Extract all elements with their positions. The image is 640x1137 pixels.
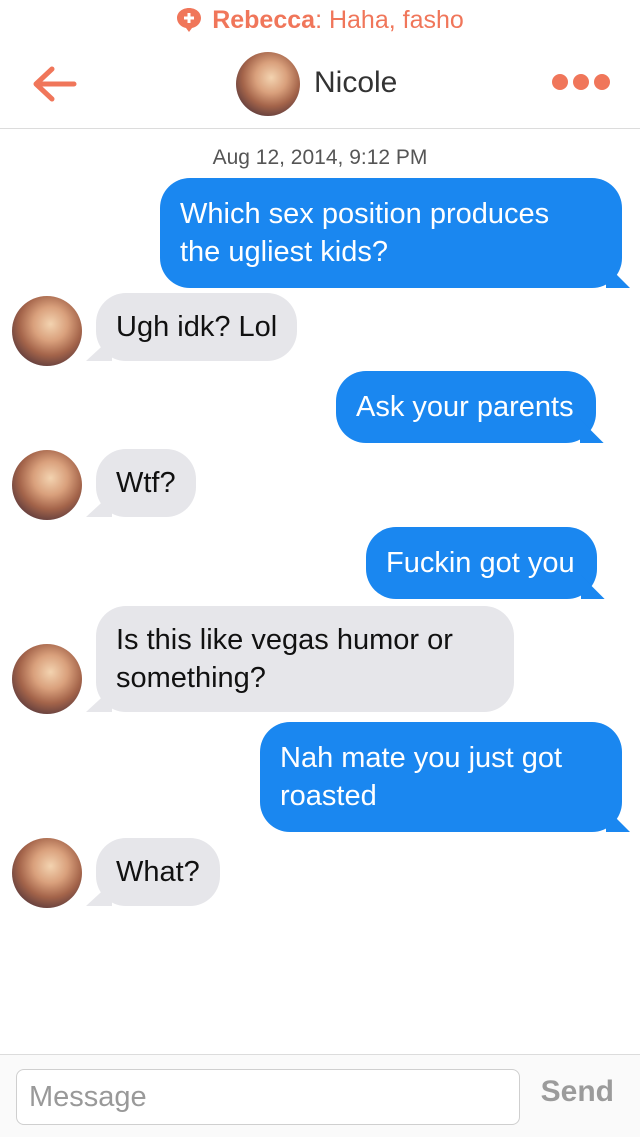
back-arrow-icon[interactable] bbox=[30, 64, 78, 104]
message-notification-banner[interactable]: Rebecca: Haha, fasho bbox=[0, 0, 640, 40]
notification-text: Haha, fasho bbox=[322, 5, 464, 34]
contact-avatar-small[interactable] bbox=[12, 644, 82, 714]
send-button[interactable]: Send bbox=[541, 1075, 614, 1109]
contact-avatar[interactable] bbox=[236, 52, 300, 116]
notification-sender: Rebecca bbox=[212, 5, 316, 34]
contact-avatar-small[interactable] bbox=[12, 296, 82, 366]
contact-name[interactable]: Nicole bbox=[314, 66, 397, 100]
chat-header: Nicole bbox=[0, 40, 640, 129]
message-line: the ugliest kids? bbox=[180, 236, 388, 268]
message-line: Nah mate you just got bbox=[280, 742, 563, 774]
message-line: Ugh idk? Lol bbox=[116, 311, 278, 343]
conversation-timestamp: Aug 12, 2014, 9:12 PM bbox=[212, 146, 428, 169]
notification-separator: : bbox=[315, 5, 323, 34]
message-input[interactable] bbox=[16, 1069, 520, 1125]
incoming-message-bubble[interactable]: Ugh idk? Lol bbox=[96, 293, 298, 361]
chat-bubble-icon bbox=[177, 8, 202, 32]
contact-avatar-small[interactable] bbox=[12, 450, 82, 520]
dot bbox=[594, 74, 610, 90]
message-line: Ask your parents bbox=[356, 391, 574, 423]
incoming-message-bubble[interactable]: Is this like vegas humor or something? bbox=[96, 606, 514, 712]
dot bbox=[552, 74, 568, 90]
message-line: Which sex position produces bbox=[180, 198, 550, 230]
message-line: Is this like vegas humor or bbox=[116, 624, 453, 656]
outgoing-message-bubble[interactable]: Which sex position produces the ugliest … bbox=[160, 178, 622, 288]
message-line: Fuckin got you bbox=[386, 547, 575, 579]
incoming-message-bubble[interactable]: Wtf? bbox=[96, 449, 196, 517]
dot bbox=[573, 74, 589, 90]
message-composer: Send bbox=[0, 1054, 640, 1137]
message-line: What? bbox=[116, 856, 200, 888]
outgoing-message-bubble[interactable]: Ask your parents bbox=[336, 371, 596, 443]
message-line: roasted bbox=[280, 780, 377, 812]
outgoing-message-bubble[interactable]: Fuckin got you bbox=[366, 527, 597, 599]
contact-avatar-small[interactable] bbox=[12, 838, 82, 908]
incoming-message-bubble[interactable]: What? bbox=[96, 838, 220, 906]
message-line: Wtf? bbox=[116, 467, 176, 499]
more-options-icon[interactable] bbox=[552, 74, 610, 90]
outgoing-message-bubble[interactable]: Nah mate you just got roasted bbox=[260, 722, 622, 832]
message-line: something? bbox=[116, 662, 266, 694]
